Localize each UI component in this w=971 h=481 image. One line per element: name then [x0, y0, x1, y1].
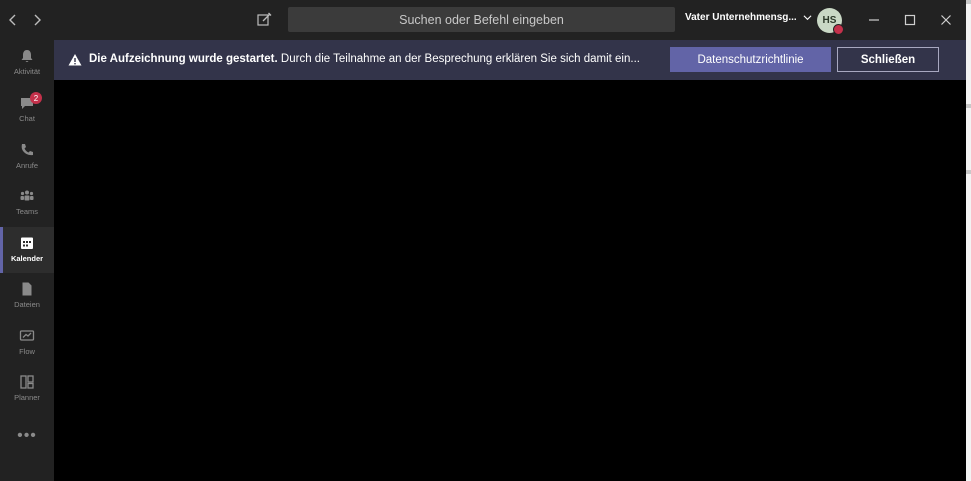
more-apps-button[interactable]: ••• — [15, 427, 39, 444]
banner-message: Die Aufzeichnung wurde gestartet. Durch … — [89, 53, 664, 65]
privacy-policy-button[interactable]: Datenschutzrichtlinie — [670, 47, 831, 72]
rail-label-planner: Planner — [14, 393, 40, 402]
banner-title: Die Aufzeichnung wurde gestartet. — [89, 53, 278, 65]
new-chat-button[interactable] — [255, 11, 273, 29]
chevron-left-icon — [9, 14, 16, 26]
flow-icon — [19, 330, 35, 341]
background-window-edge — [966, 0, 971, 481]
warning-icon — [68, 54, 82, 66]
rail-label-teams: Teams — [15, 207, 39, 216]
rail-item-files[interactable]: Dateien — [0, 273, 54, 319]
compose-icon — [257, 12, 272, 26]
rail-item-planner[interactable]: Planner — [0, 366, 54, 412]
chat-unread-badge: 2 — [30, 92, 42, 104]
minimize-icon — [869, 19, 879, 21]
rail-item-chat[interactable]: Chat 2 — [0, 87, 54, 133]
title-bar: Suchen oder Befehl eingeben Vater Untern… — [0, 0, 966, 40]
forward-button[interactable] — [27, 10, 47, 30]
rail-item-flow[interactable]: Flow — [0, 320, 54, 366]
tenant-name: Vater Unternehmensg... — [685, 12, 797, 23]
maximize-icon — [904, 14, 916, 26]
recording-banner: Die Aufzeichnung wurde gestartet. Durch … — [54, 40, 966, 80]
rail-label-calls: Anrufe — [15, 161, 39, 170]
teams-window: Suchen oder Befehl eingeben Vater Untern… — [0, 0, 966, 481]
rail-item-calls[interactable]: Anrufe — [0, 134, 54, 180]
presence-indicator — [833, 24, 844, 35]
maximize-button[interactable] — [900, 10, 920, 30]
rail-label-chat: Chat — [19, 114, 35, 123]
rail-item-calendar[interactable]: Kalender — [0, 227, 54, 273]
chevron-down-icon — [803, 15, 812, 21]
rail-label-calendar: Kalender — [10, 254, 44, 263]
teams-icon — [20, 190, 34, 201]
meeting-stage — [54, 80, 966, 481]
file-icon — [22, 282, 32, 296]
app-rail: Aktivität Chat 2 Anrufe Teams Kalender D… — [0, 40, 54, 481]
chevron-right-icon — [34, 14, 41, 26]
close-window-button[interactable] — [936, 10, 956, 30]
close-icon — [941, 15, 951, 25]
rail-item-teams[interactable]: Teams — [0, 180, 54, 226]
banner-body: Durch die Teilnahme an der Besprechung e… — [280, 53, 640, 65]
phone-icon — [21, 144, 33, 156]
rail-label-files: Dateien — [14, 300, 40, 309]
minimize-button[interactable] — [864, 10, 884, 30]
rail-label-flow: Flow — [19, 347, 35, 356]
calendar-icon — [21, 237, 33, 249]
planner-icon — [20, 375, 34, 389]
back-button[interactable] — [3, 10, 23, 30]
tenant-switcher[interactable]: Vater Unternehmensg... — [685, 12, 812, 23]
close-banner-button[interactable]: Schließen — [837, 47, 939, 72]
rail-item-activity[interactable]: Aktivität — [0, 40, 54, 86]
search-input[interactable]: Suchen oder Befehl eingeben — [288, 7, 675, 32]
rail-label-activity: Aktivität — [13, 67, 41, 76]
bell-icon — [21, 50, 33, 62]
